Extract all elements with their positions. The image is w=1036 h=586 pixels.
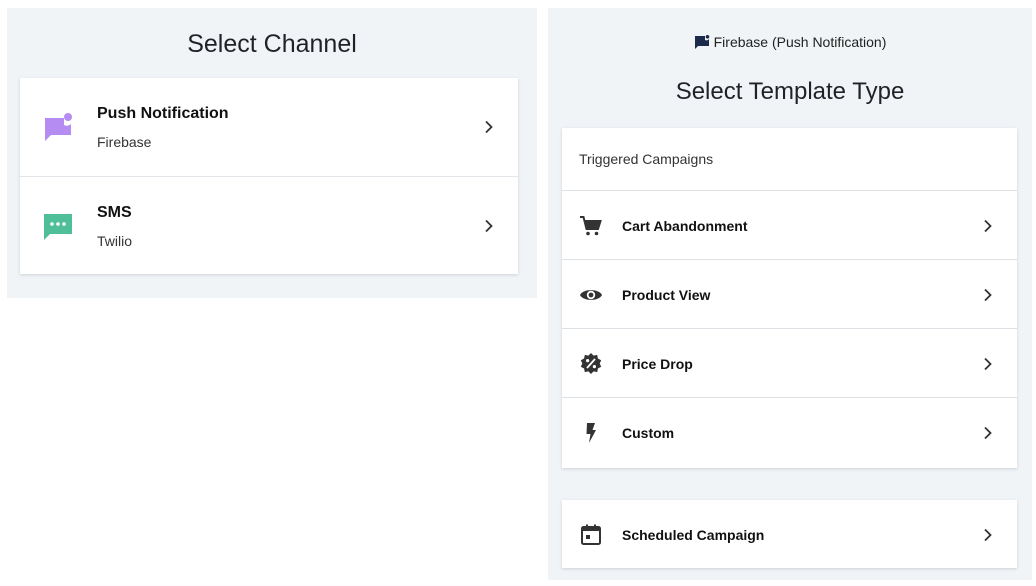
discount-badge-icon — [580, 353, 602, 374]
template-label: Product View — [622, 287, 711, 303]
chevron-right-icon — [984, 288, 992, 302]
channel-provider: Twilio — [97, 233, 133, 249]
channel-list: Push Notification Firebase SMS Twilio — [20, 78, 518, 274]
channel-panel: Select Channel Push Notification Firebas… — [7, 8, 537, 298]
chevron-right-icon — [984, 219, 992, 233]
cart-icon — [580, 216, 602, 236]
channel-item-sms[interactable]: SMS Twilio — [20, 176, 518, 274]
section-header-label: Triggered Campaigns — [579, 151, 714, 167]
channel-provider: Firebase — [97, 134, 152, 150]
panel-title: Select Template Type — [675, 78, 905, 105]
template-item-cart-abandonment[interactable]: Cart Abandonment — [562, 191, 1017, 260]
chevron-right-icon — [485, 120, 493, 134]
template-item-custom[interactable]: Custom — [562, 398, 1017, 467]
chevron-right-icon — [984, 426, 992, 440]
channel-name: Push Notification — [97, 105, 229, 122]
section-header: Triggered Campaigns — [562, 128, 1017, 191]
push-notification-icon — [45, 113, 72, 141]
channel-item-push-notification[interactable]: Push Notification Firebase — [20, 78, 518, 176]
channel-name: SMS — [97, 204, 132, 221]
template-label: Custom — [622, 425, 675, 441]
flag-notification-icon — [694, 35, 709, 49]
chevron-right-icon — [984, 528, 992, 542]
chevron-right-icon — [485, 219, 493, 233]
template-item-product-view[interactable]: Product View — [562, 260, 1017, 329]
scheduled-campaign-card: Scheduled Campaign — [562, 500, 1017, 568]
calendar-icon — [581, 524, 601, 545]
triggered-campaigns-list: Triggered Campaigns Cart Abandonment Pro… — [562, 128, 1017, 468]
selected-provider: Firebase (Push Notification) — [548, 34, 1032, 50]
lightning-icon — [586, 423, 596, 443]
eye-icon — [580, 290, 602, 300]
chevron-right-icon — [984, 357, 992, 371]
template-label: Price Drop — [622, 356, 693, 372]
selected-provider-label: Firebase (Push Notification) — [713, 34, 887, 50]
panel-title: Select Channel — [187, 30, 357, 58]
template-label: Scheduled Campaign — [622, 527, 765, 543]
template-label: Cart Abandonment — [622, 218, 748, 234]
template-item-price-drop[interactable]: Price Drop — [562, 329, 1017, 398]
sms-icon — [44, 214, 72, 240]
template-item-scheduled-campaign[interactable]: Scheduled Campaign — [562, 500, 1017, 568]
template-panel: Firebase (Push Notification) Select Temp… — [548, 8, 1032, 580]
